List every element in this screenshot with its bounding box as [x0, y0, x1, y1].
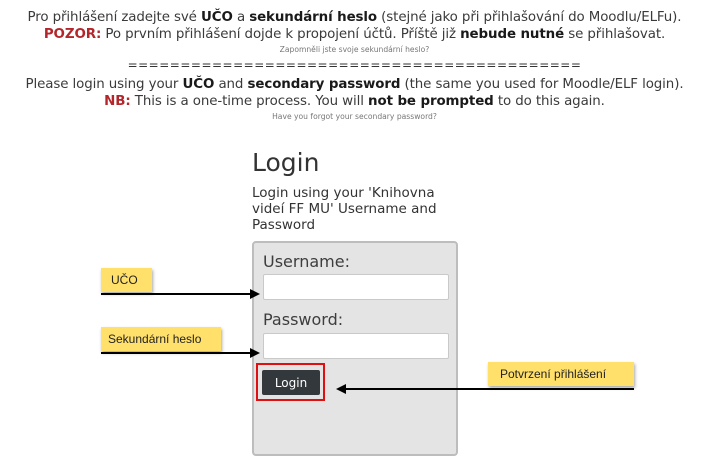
- instruction-text: se přihlašovat.: [564, 27, 666, 42]
- login-description: Login using your 'Knihovna videí FF MU' …: [252, 185, 437, 233]
- instruction-cs-line2: POZOR: Po prvním přihlášení dojde k prop…: [0, 26, 709, 43]
- annotation-secondary-password: Sekundární heslo: [101, 327, 221, 351]
- arrow-head-icon: [336, 384, 346, 394]
- uco-term: UČO: [182, 77, 215, 92]
- password-input[interactable]: [263, 333, 449, 359]
- instruction-text: Pro přihlášení zadejte své: [27, 10, 201, 25]
- instruction-text: Please login using your: [25, 77, 183, 92]
- arrow-to-login-button: [336, 384, 634, 394]
- instruction-text: Po prvním přihlášení dojde k propojení ú…: [101, 27, 461, 42]
- instruction-text: to do this again.: [493, 94, 605, 109]
- uco-term: UČO: [200, 10, 233, 25]
- arrow-head-icon: [250, 289, 260, 299]
- forgot-password-link-cs[interactable]: Zapomněli jste svoje sekundární heslo?: [0, 45, 709, 55]
- secondary-password-term: sekundární heslo: [249, 10, 378, 25]
- username-label: Username:: [263, 252, 350, 271]
- emphasis-text: not be prompted: [368, 94, 494, 109]
- secondary-password-term: secondary password: [247, 77, 401, 92]
- separator: ========================================…: [127, 58, 582, 72]
- password-label: Password:: [263, 310, 344, 329]
- warning-label: NB:: [104, 94, 131, 109]
- emphasis-text: nebude nutné: [460, 27, 565, 42]
- annotation-confirm-login: Potvrzení přihlášení: [488, 362, 634, 386]
- arrow-head-icon: [250, 348, 260, 358]
- warning-label: POZOR:: [43, 27, 102, 42]
- instruction-text: a: [232, 10, 250, 25]
- instruction-en-line1: Please login using your UČO and secondar…: [0, 76, 709, 93]
- instruction-en-line2: NB: This is a one-time process. You will…: [0, 93, 709, 110]
- annotation-uco: UČO: [101, 268, 152, 292]
- instruction-text: (stejné jako při přihlašování do Moodlu/…: [377, 10, 682, 25]
- instruction-text: (the same you used for Moodle/ELF login)…: [400, 77, 684, 92]
- arrow-to-username: [101, 289, 260, 299]
- login-button-highlight: [256, 363, 325, 401]
- forgot-password-link-en[interactable]: Have you forgot your secondary password?: [0, 112, 709, 122]
- instruction-text: This is a one-time process. You will: [130, 94, 369, 109]
- arrow-to-password: [101, 348, 260, 358]
- username-input[interactable]: [263, 274, 449, 300]
- login-title: Login: [252, 148, 320, 177]
- instruction-cs-line1: Pro přihlášení zadejte své UČO a sekundá…: [0, 9, 709, 26]
- instruction-text: and: [214, 77, 248, 92]
